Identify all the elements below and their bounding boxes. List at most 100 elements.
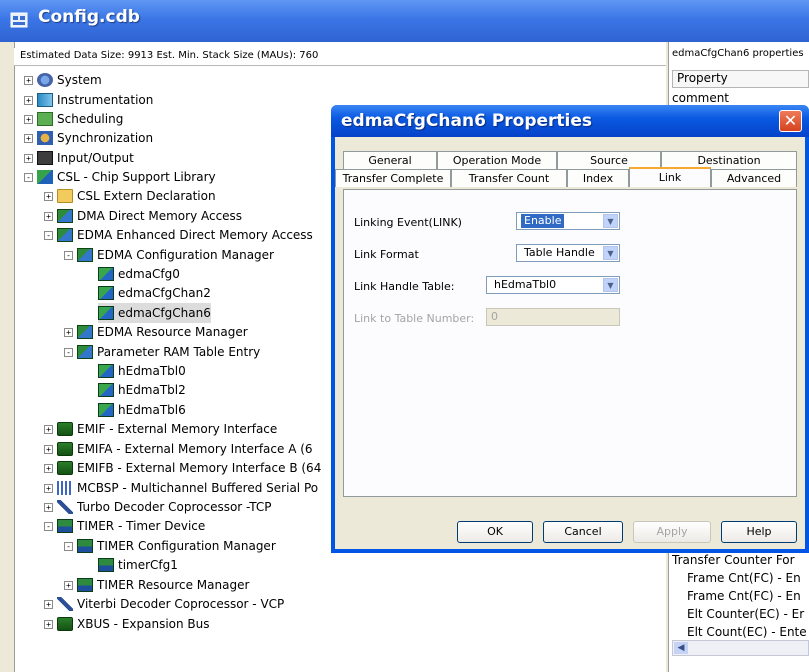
tower-icon [57, 422, 73, 436]
tree-node-edma-resource-manager[interactable]: + EDMA Resource Manager [64, 322, 248, 342]
link-format-select[interactable]: Table Handle ▼ [516, 244, 620, 262]
expand-icon[interactable]: + [64, 580, 73, 590]
tree-node-timer-config-manager[interactable]: - TIMER Configuration Manager [64, 536, 276, 556]
tree-node-label: Input/Output [57, 151, 134, 165]
expand-icon[interactable]: + [44, 463, 53, 473]
tree-node-system[interactable]: + System [24, 70, 102, 90]
expand-icon[interactable]: + [44, 444, 53, 454]
linking-event-value: Enable [521, 214, 565, 228]
tree-node-param-ram[interactable]: - Parameter RAM Table Entry [64, 342, 260, 362]
link-to-table-number-input[interactable]: 0 [486, 308, 620, 326]
chevron-down-icon[interactable]: ▼ [603, 214, 618, 228]
collapse-icon[interactable]: - [64, 541, 73, 551]
tree-node-edma-config-manager[interactable]: - EDMA Configuration Manager [64, 245, 274, 265]
tree-node-hedmatbl6[interactable]: hEdmaTbl6 [98, 400, 186, 420]
expand-icon[interactable]: + [24, 114, 33, 124]
tree-node-dma[interactable]: + DMA Direct Memory Access [44, 206, 242, 226]
tree-node-edma[interactable]: - EDMA Enhanced Direct Memory Access [44, 225, 313, 245]
tab-transfer-complete[interactable]: Transfer Complete [335, 169, 451, 187]
tree-node-edmacfgchan6[interactable]: edmaCfgChan6 [98, 303, 211, 323]
tree-node-label: hEdmaTbl0 [118, 364, 186, 378]
collapse-icon[interactable]: - [24, 172, 33, 182]
expand-icon[interactable]: + [44, 502, 53, 512]
tab-advanced[interactable]: Advanced [711, 169, 797, 187]
expand-icon[interactable]: + [24, 75, 33, 85]
tree-node-hedmatbl0[interactable]: hEdmaTbl0 [98, 361, 186, 381]
link-handle-table-select[interactable]: hEdmaTbl0 ▼ [486, 276, 620, 294]
expand-icon[interactable]: + [24, 95, 33, 105]
collapse-icon[interactable]: - [44, 230, 53, 240]
coprocessor-icon [57, 500, 73, 514]
expand-icon[interactable]: + [24, 153, 33, 163]
tree-node-emif[interactable]: + EMIF - External Memory Interface [44, 419, 277, 439]
tree-node-csl[interactable]: - CSL - Chip Support Library [24, 167, 216, 187]
expand-icon[interactable]: + [64, 327, 73, 337]
chevron-down-icon[interactable]: ▼ [603, 278, 618, 292]
tree-node-label: Scheduling [57, 112, 124, 126]
chip-icon [57, 209, 73, 223]
tree-node-instrumentation[interactable]: + Instrumentation [24, 90, 153, 110]
expand-icon[interactable]: + [44, 483, 53, 493]
close-icon[interactable]: ✕ [779, 110, 802, 132]
object-icon [98, 364, 114, 378]
tree-node-vcp[interactable]: + Viterbi Decoder Coprocessor - VCP [44, 594, 284, 614]
property-row[interactable]: Elt Count(EC) - Ente [672, 625, 809, 639]
property-row[interactable]: Frame Cnt(FC) - En [672, 571, 809, 585]
tree-node-label: TIMER Configuration Manager [97, 539, 276, 553]
help-button[interactable]: Help [721, 521, 797, 543]
expand-icon[interactable]: + [44, 619, 53, 629]
property-column-header[interactable]: Property [672, 70, 809, 88]
link-handle-table-value: hEdmaTbl0 [494, 278, 557, 291]
io-icon [37, 151, 53, 165]
tree-node-edmacfg0[interactable]: edmaCfg0 [98, 264, 180, 284]
expand-icon[interactable]: + [44, 211, 53, 221]
tree-node-mcbsp[interactable]: + MCBSP - Multichannel Buffered Serial Po [44, 478, 318, 498]
property-row[interactable]: comment [672, 91, 809, 105]
dialog-body: General Operation Mode Source Destinatio… [335, 137, 805, 549]
tab-transfer-count[interactable]: Transfer Count [451, 169, 567, 187]
tree-node-emifa[interactable]: + EMIFA - External Memory Interface A (6 [44, 439, 313, 459]
collapse-icon[interactable]: - [64, 250, 73, 260]
tree-node-scheduling[interactable]: + Scheduling [24, 109, 123, 129]
tree-node-timer-resource-manager[interactable]: + TIMER Resource Manager [64, 575, 249, 595]
cancel-button[interactable]: Cancel [543, 521, 623, 543]
tab-index[interactable]: Index [567, 169, 629, 187]
tree-node-timer[interactable]: - TIMER - Timer Device [44, 516, 205, 536]
tree-node-xbus[interactable]: + XBUS - Expansion Bus [44, 614, 210, 634]
tree-node-synchronization[interactable]: + Synchronization [24, 128, 153, 148]
ok-button[interactable]: OK [457, 521, 533, 543]
link-format-value: Table Handle [524, 246, 595, 259]
link-format-label: Link Format [354, 248, 419, 261]
tab-operation-mode[interactable]: Operation Mode [437, 151, 557, 169]
horizontal-scrollbar[interactable]: ◀ [672, 640, 809, 656]
tree-node-input-output[interactable]: + Input/Output [24, 148, 134, 168]
property-row[interactable]: Elt Counter(EC) - Er [672, 607, 809, 621]
tree-node-hedmatbl2[interactable]: hEdmaTbl2 [98, 380, 186, 400]
tree-node-csl-extern[interactable]: + CSL Extern Declaration [44, 186, 216, 206]
property-row[interactable]: Frame Cnt(FC) - En [672, 589, 809, 603]
linking-event-label: Linking Event(LINK) [354, 216, 462, 229]
dialog-title-bar[interactable]: edmaCfgChan6 Properties ✕ [331, 105, 809, 137]
property-row[interactable]: Transfer Counter For [672, 553, 809, 567]
expand-icon[interactable]: + [44, 424, 53, 434]
collapse-icon[interactable]: - [64, 347, 73, 357]
tree-node-label: XBUS - Expansion Bus [77, 617, 210, 631]
tab-link[interactable]: Link [629, 167, 711, 187]
scroll-left-icon[interactable]: ◀ [674, 642, 688, 654]
tree-node-emifb[interactable]: + EMIFB - External Memory Interface B (64 [44, 458, 321, 478]
linking-event-select[interactable]: Enable ▼ [516, 212, 620, 230]
tree-node-label: EMIFA - External Memory Interface A (6 [77, 442, 313, 456]
tab-general[interactable]: General [343, 151, 437, 169]
apply-button[interactable]: Apply [633, 521, 711, 543]
tree-node-timercfg1[interactable]: timerCfg1 [98, 555, 178, 575]
expand-icon[interactable]: + [44, 191, 53, 201]
object-icon [98, 383, 114, 397]
chevron-down-icon[interactable]: ▼ [603, 246, 618, 260]
tree-node-edmacfgchan2[interactable]: edmaCfgChan2 [98, 283, 211, 303]
collapse-icon[interactable]: - [44, 521, 53, 531]
window-title-bar[interactable]: Config.cdb [0, 0, 809, 42]
expand-icon[interactable]: + [24, 133, 33, 143]
expand-icon[interactable]: + [44, 599, 53, 609]
tree-node-tcp[interactable]: + Turbo Decoder Coprocessor -TCP [44, 497, 272, 517]
properties-pane-title: edmaCfgChan6 properties [672, 48, 804, 59]
